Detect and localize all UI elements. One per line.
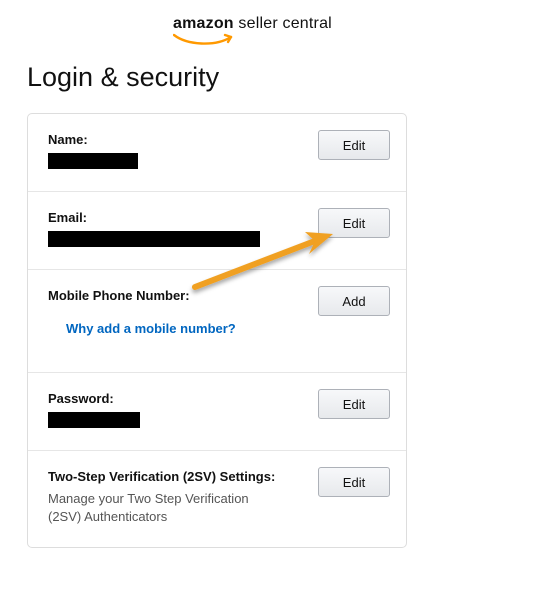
edit-password-button[interactable]: Edit [318, 389, 390, 419]
amazon-smile-icon [173, 33, 235, 47]
row-name: Name: Edit [28, 114, 406, 191]
row-password: Password: Edit [28, 372, 406, 450]
row-2sv: Two-Step Verification (2SV) Settings: Ma… [28, 450, 406, 547]
password-value-redacted [48, 412, 140, 428]
edit-2sv-button[interactable]: Edit [318, 467, 390, 497]
row-email: Email: Edit [28, 191, 406, 269]
add-phone-button[interactable]: Add [318, 286, 390, 316]
row-phone: Mobile Phone Number: Why add a mobile nu… [28, 269, 406, 372]
why-add-mobile-link[interactable]: Why add a mobile number? [66, 321, 236, 336]
page-title: Login & security [27, 62, 219, 93]
email-value-redacted [48, 231, 260, 247]
edit-email-button[interactable]: Edit [318, 208, 390, 238]
twosv-description: Manage your Two Step Verification (2SV) … [48, 490, 268, 525]
name-value-redacted [48, 153, 138, 169]
seller-central-logo: amazon seller central [173, 15, 332, 33]
login-security-card: Name: Edit Email: Edit Mobile Phone Numb… [27, 113, 407, 548]
brand-rest: seller central [234, 15, 332, 32]
edit-name-button[interactable]: Edit [318, 130, 390, 160]
brand-bold: amazon [173, 15, 234, 32]
